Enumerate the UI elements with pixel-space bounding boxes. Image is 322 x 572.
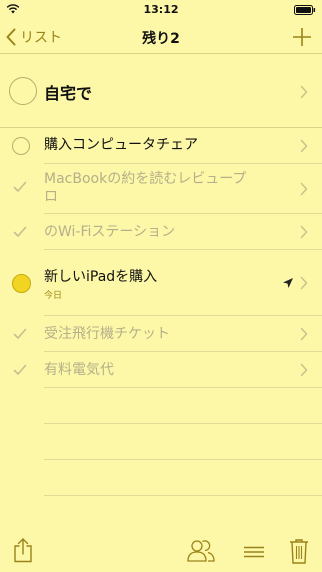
reminder-row[interactable]: 受注飛行機チケット xyxy=(0,316,322,352)
chevron-right-icon[interactable] xyxy=(300,327,308,341)
group-completion-circle[interactable] xyxy=(9,77,37,105)
reminder-row[interactable]: のWi-Fiステーション xyxy=(0,214,322,250)
reminder-text: 購入コンピュータチェア xyxy=(44,137,198,153)
reminder-text: 新しいiPadを購入 xyxy=(44,269,158,285)
share-icon[interactable] xyxy=(13,537,33,563)
group-title: 自宅で xyxy=(44,84,93,103)
bottom-toolbar xyxy=(0,527,322,572)
check-icon[interactable] xyxy=(13,328,27,340)
chevron-right-icon[interactable] xyxy=(300,225,308,239)
completion-circle[interactable] xyxy=(12,137,30,155)
reminder-row[interactable]: 購入コンピュータチェア xyxy=(0,128,322,164)
page-title: 残り2 xyxy=(142,31,180,47)
chevron-right-icon[interactable] xyxy=(300,85,308,99)
empty-row[interactable] xyxy=(0,460,322,496)
reminder-text: 受注飛行機チケット xyxy=(44,326,170,342)
reminder-row[interactable]: 有料電気代 xyxy=(0,352,322,388)
empty-row[interactable] xyxy=(0,496,322,527)
battery-icon xyxy=(294,5,316,15)
list-icon[interactable] xyxy=(243,546,265,558)
check-icon[interactable] xyxy=(13,226,27,238)
reminder-text: のWi-Fiステーション xyxy=(44,224,176,240)
empty-row[interactable] xyxy=(0,388,322,424)
check-icon[interactable] xyxy=(13,181,27,193)
reminder-row[interactable]: MacBookの約を読むレビュープ ロ xyxy=(0,164,322,214)
people-icon[interactable] xyxy=(187,538,215,562)
chevron-right-icon[interactable] xyxy=(300,139,308,153)
reminder-text: 有料電気代 xyxy=(44,362,114,378)
check-icon[interactable] xyxy=(13,364,27,376)
reminder-due-date: 今日 xyxy=(44,291,63,301)
plus-icon[interactable] xyxy=(290,24,314,50)
status-time: 13:12 xyxy=(143,3,179,16)
reminder-row[interactable]: 新しいiPadを購入 今日 xyxy=(0,250,322,316)
reminder-text: MacBookの約を読むレビュープ xyxy=(44,171,247,187)
group-row[interactable]: 自宅で xyxy=(0,54,322,128)
empty-row[interactable] xyxy=(0,424,322,460)
trash-icon[interactable] xyxy=(289,538,309,564)
reminder-text-continued: ロ xyxy=(44,189,58,205)
completion-circle[interactable] xyxy=(12,274,31,293)
chevron-right-icon[interactable] xyxy=(300,182,308,196)
location-arrow-icon xyxy=(283,278,293,288)
chevron-right-icon[interactable] xyxy=(300,363,308,377)
navigation-bar: リスト 残り2 xyxy=(0,20,322,54)
chevron-right-icon[interactable] xyxy=(300,276,308,290)
status-bar: 13:12 xyxy=(0,0,322,20)
